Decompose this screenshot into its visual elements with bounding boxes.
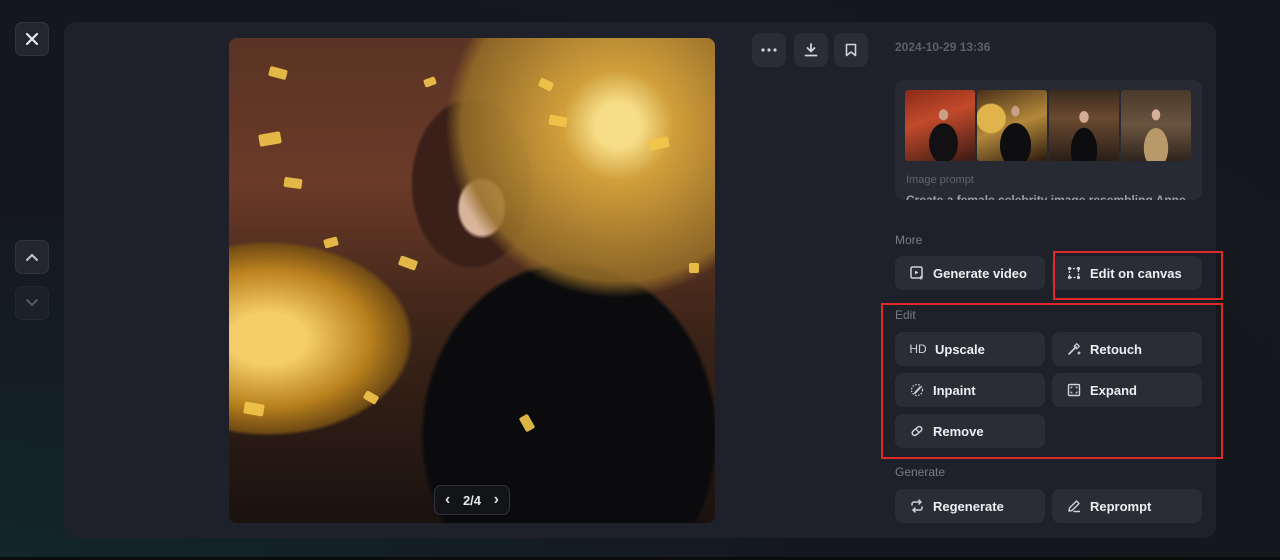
confetti-decoration [548, 114, 568, 128]
reprompt-label: Reprompt [1090, 498, 1152, 514]
brush-icon [909, 382, 925, 398]
confetti-decoration [258, 131, 282, 147]
confetti-decoration [283, 176, 303, 190]
edit-on-canvas-label: Edit on canvas [1090, 265, 1182, 281]
more-options-button[interactable] [752, 33, 786, 67]
confetti-decoration [268, 65, 288, 81]
image-prompt-text: Create a female celebrity image resembli… [906, 193, 1186, 200]
retouch-button[interactable]: Retouch [1052, 332, 1202, 366]
confetti-decoration [397, 255, 419, 271]
previous-image-button[interactable] [15, 240, 49, 274]
close-button[interactable] [15, 22, 49, 56]
section-label-edit: Edit [895, 308, 916, 322]
download-button[interactable] [794, 33, 828, 67]
chevron-down-icon [26, 299, 38, 307]
confetti-decoration [323, 236, 339, 249]
image-prompt-label: Image prompt [906, 174, 974, 186]
confetti-decoration [689, 263, 699, 273]
confetti-decoration [362, 390, 380, 405]
main-generated-image[interactable]: ‹ 2/4 › [229, 38, 715, 523]
next-image-button[interactable] [15, 286, 49, 320]
bookmark-button[interactable] [834, 33, 868, 67]
confetti-decoration [518, 413, 536, 433]
image-pager: ‹ 2/4 › [434, 485, 510, 515]
chevron-up-icon [26, 253, 38, 261]
regenerate-button[interactable]: Regenerate [895, 489, 1045, 523]
pager-prev-button[interactable]: ‹ [445, 491, 450, 509]
thumbnail-4[interactable] [1121, 90, 1191, 161]
reprompt-button[interactable]: Reprompt [1052, 489, 1202, 523]
creation-timestamp: 2024-10-29 13:36 [895, 40, 991, 54]
confetti-decoration [243, 401, 265, 417]
edit-on-canvas-button[interactable]: Edit on canvas [1052, 256, 1202, 290]
thumbnail-3[interactable] [1049, 90, 1119, 161]
pager-count: 2/4 [462, 492, 482, 508]
hd-icon: HD [909, 342, 927, 356]
generate-video-label: Generate video [933, 265, 1027, 281]
video-plus-icon [909, 265, 925, 281]
confetti-decoration [648, 136, 670, 151]
expand-label: Expand [1090, 382, 1137, 398]
magic-wand-icon [1066, 341, 1082, 357]
pencil-icon [1066, 498, 1082, 514]
prompt-card: Image prompt Create a female celebrity i… [895, 80, 1202, 200]
inpaint-label: Inpaint [933, 382, 976, 398]
upscale-label: Upscale [935, 341, 985, 357]
remove-button[interactable]: Remove [895, 414, 1045, 448]
inpaint-button[interactable]: Inpaint [895, 373, 1045, 407]
generate-video-button[interactable]: Generate video [895, 256, 1045, 290]
remove-label: Remove [933, 423, 984, 439]
retouch-label: Retouch [1090, 341, 1142, 357]
thumbnail-strip [905, 90, 1191, 161]
expand-button[interactable]: Expand [1052, 373, 1202, 407]
section-label-more: More [895, 233, 923, 247]
pager-next-button[interactable]: › [494, 491, 499, 509]
confetti-decoration [537, 77, 555, 92]
more-horizontal-icon [761, 48, 777, 52]
expand-icon [1066, 382, 1082, 398]
close-icon [25, 32, 39, 46]
repeat-icon [909, 498, 925, 514]
canvas-icon [1066, 265, 1082, 281]
confetti-decoration [422, 76, 438, 88]
regenerate-label: Regenerate [933, 498, 1004, 514]
thumbnail-2[interactable] [977, 90, 1047, 161]
bookmark-icon [845, 43, 857, 57]
eraser-icon [909, 423, 925, 439]
thumbnail-1[interactable] [905, 90, 975, 161]
upscale-button[interactable]: HD Upscale [895, 332, 1045, 366]
download-icon [804, 43, 818, 57]
section-label-generate: Generate [895, 465, 946, 479]
